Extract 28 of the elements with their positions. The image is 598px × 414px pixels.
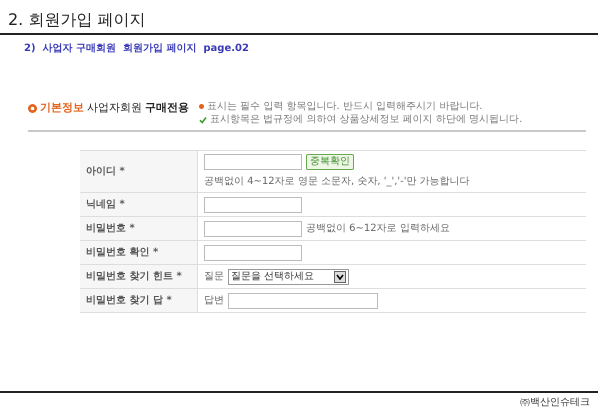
section-title: 기본정보 bbox=[40, 100, 84, 116]
input-field[interactable] bbox=[228, 292, 378, 309]
field-label: 아이디 * bbox=[80, 151, 198, 192]
field-prefix: 질문 bbox=[204, 270, 224, 284]
page-title: 2. 회원가입 페이지 bbox=[0, 0, 598, 36]
input-field[interactable] bbox=[204, 154, 302, 170]
section-tag: 구매전용 bbox=[145, 100, 189, 117]
input-field[interactable] bbox=[204, 196, 302, 213]
bullet-icon bbox=[28, 104, 37, 113]
field-label: 비밀번호 찾기 힌트 * bbox=[80, 265, 198, 288]
field-label: 비밀번호 찾기 답 * bbox=[80, 289, 198, 312]
field-label: 비밀번호 * bbox=[80, 217, 198, 240]
duplicate-check-button[interactable]: 중복확인 bbox=[306, 154, 354, 170]
asterisk-dot-icon bbox=[199, 104, 204, 110]
field-hint: 공백없이 4~12자로 영문 소문자, 숫자, '_','-'만 가능합니다 bbox=[204, 175, 470, 190]
field-prefix: 답변 bbox=[204, 294, 224, 308]
input-field[interactable] bbox=[204, 220, 302, 237]
notice-text: 표시는 필수 입력 항목입니다. 반드시 입력해주시기 바랍니다. bbox=[207, 100, 482, 114]
field-hint: 공백없이 6~12자로 입력하세요 bbox=[306, 222, 450, 236]
subtitle: 2) 사업자 구매회원 회원가입 페이지 page.02 bbox=[23, 42, 250, 56]
company-name: ㈜백산인슈테크 bbox=[520, 397, 590, 408]
field-label: 비밀번호 확인 * bbox=[80, 241, 198, 264]
input-field[interactable] bbox=[204, 244, 302, 261]
notice-text: 표시항목은 법규정에 의하여 상품상세정보 페이지 하단에 명시됩니다. bbox=[210, 113, 522, 126]
question-select[interactable]: 질문을 선택하세요 bbox=[228, 268, 350, 285]
section-subtitle: 사업자회원 bbox=[87, 100, 142, 116]
field-label: 닉네임 * bbox=[80, 193, 198, 216]
check-icon bbox=[199, 116, 207, 124]
